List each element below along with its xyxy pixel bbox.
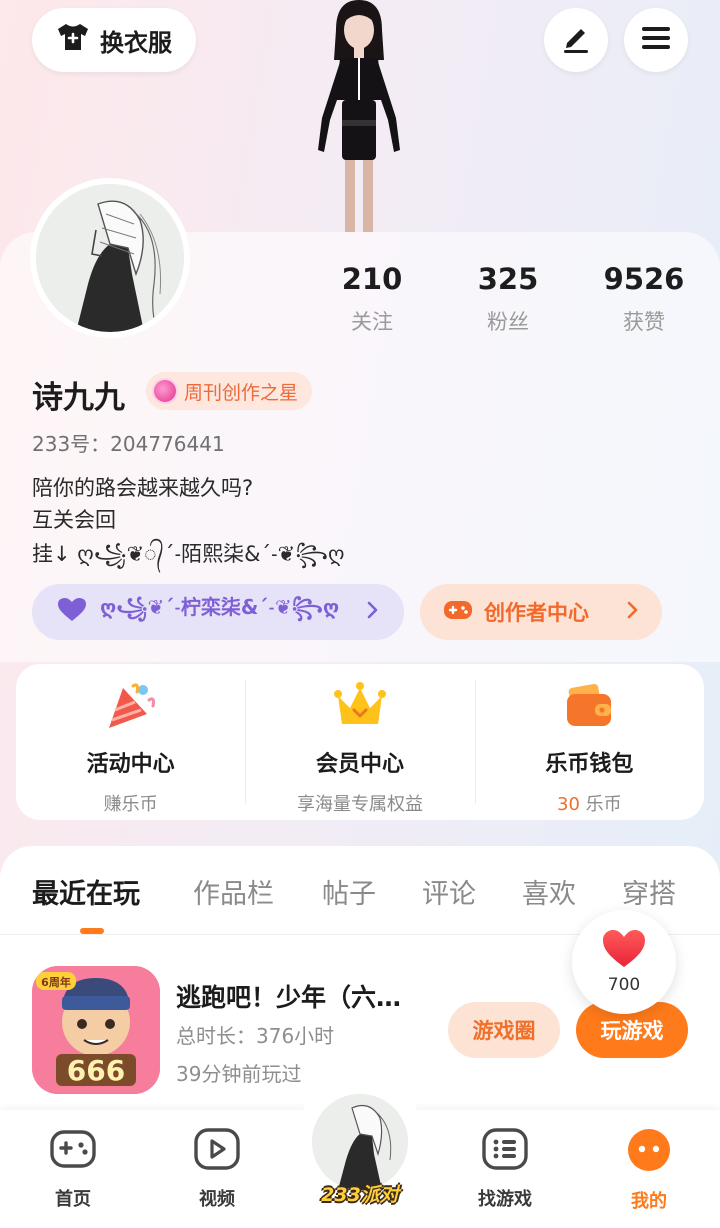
profile-avatar[interactable] bbox=[30, 178, 190, 338]
gamepad-icon bbox=[49, 1128, 97, 1175]
activity-center-button[interactable]: 活动中心 赚乐币 bbox=[16, 664, 245, 820]
play-icon bbox=[193, 1128, 241, 1175]
tab-likes[interactable]: 喜欢 bbox=[522, 872, 576, 911]
like-bubble[interactable]: 700 bbox=[572, 910, 676, 1014]
nav-home[interactable]: 首页 bbox=[18, 1128, 128, 1211]
change-outfit-button[interactable]: 换衣服 bbox=[32, 8, 196, 72]
creator-center-button[interactable]: 创作者中心 bbox=[420, 584, 662, 640]
service-title: 活动中心 bbox=[86, 752, 175, 777]
gamepad-icon bbox=[442, 597, 474, 628]
avatar-character[interactable] bbox=[296, 0, 422, 232]
service-title: 乐币钱包 bbox=[545, 752, 634, 777]
like-count: 700 bbox=[607, 975, 641, 995]
party-popper-icon bbox=[103, 680, 159, 736]
nav-label: 找游戏 bbox=[478, 1189, 532, 1210]
bio-line-2: 互关会回 bbox=[32, 508, 116, 532]
nav-party-avatar[interactable] bbox=[312, 1094, 408, 1190]
creator-center-label: 创作者中心 bbox=[484, 601, 589, 625]
change-outfit-label: 换衣服 bbox=[100, 28, 172, 57]
menu-icon bbox=[640, 24, 672, 56]
stat-likes[interactable]: 9526 获赞 bbox=[584, 262, 704, 336]
star-badge-icon bbox=[152, 378, 178, 404]
list-icon bbox=[481, 1128, 529, 1175]
stat-value: 210 bbox=[341, 262, 403, 296]
service-title: 会员中心 bbox=[315, 752, 404, 777]
nav-me[interactable]: 我的 bbox=[594, 1128, 704, 1213]
heart-icon bbox=[601, 929, 647, 973]
tab-outfits[interactable]: 穿搭 bbox=[622, 872, 676, 911]
game-playtime: 总时长：376小时 bbox=[176, 1024, 335, 1048]
party-label: 233派对 bbox=[321, 1184, 399, 1206]
chevron-right-icon bbox=[366, 600, 380, 625]
friend-link-pill[interactable]: ღ꧁❦ˊ˗柠栾柒&ˊ˗❦꧂ღ bbox=[32, 584, 404, 640]
services-card: 活动中心 赚乐币 会员中心 享海量专属权益 乐币钱包 30 乐币 bbox=[16, 664, 704, 820]
profile-name: 诗九九 bbox=[32, 380, 125, 416]
game-circle-button[interactable]: 游戏圈 bbox=[448, 1002, 560, 1058]
game-icon-number: 666 bbox=[67, 1054, 125, 1087]
nav-label: 首页 bbox=[55, 1189, 91, 1210]
bio-line-1: 陪你的路会越来越久吗? bbox=[32, 476, 254, 500]
nav-video[interactable]: 视频 bbox=[162, 1128, 272, 1211]
service-subtitle: 赚乐币 bbox=[103, 794, 158, 815]
wallet-balance-unit: 乐币 bbox=[585, 794, 622, 815]
wallet-icon bbox=[561, 680, 617, 736]
nav-label: 我的 bbox=[631, 1191, 667, 1212]
shirt-icon bbox=[56, 22, 90, 58]
tab-posts[interactable]: 帖子 bbox=[322, 872, 376, 911]
face-icon bbox=[626, 1128, 672, 1177]
tab-recent-played[interactable]: 最近在玩 bbox=[32, 872, 140, 911]
stat-value: 325 bbox=[477, 262, 539, 296]
service-subtitle: 享海量专属权益 bbox=[296, 794, 423, 815]
badge-label: 周刊创作之星 bbox=[184, 381, 299, 404]
tab-works[interactable]: 作品栏 bbox=[193, 872, 274, 911]
creator-star-badge[interactable]: 周刊创作之星 bbox=[146, 372, 313, 410]
game-last-played: 39分钟前玩过 bbox=[176, 1062, 302, 1086]
stat-label: 粉丝 bbox=[487, 310, 529, 334]
wallet-balance-value: 30 bbox=[557, 794, 580, 815]
heart-icon bbox=[56, 597, 88, 628]
edit-button[interactable] bbox=[544, 8, 608, 72]
stat-value: 9526 bbox=[603, 262, 685, 296]
avatar-image bbox=[36, 184, 184, 332]
crown-icon bbox=[332, 680, 388, 736]
menu-button[interactable] bbox=[624, 8, 688, 72]
vip-center-button[interactable]: 会员中心 享海量专属权益 bbox=[245, 664, 474, 820]
wallet-balance: 30 乐币 bbox=[557, 790, 622, 816]
stat-label: 获赞 bbox=[623, 310, 665, 334]
tab-comments[interactable]: 评论 bbox=[422, 872, 476, 911]
game-icon-badge: 6周年 bbox=[41, 975, 71, 989]
wallet-button[interactable]: 乐币钱包 30 乐币 bbox=[474, 664, 704, 820]
user-id: 233号：204776441 bbox=[32, 432, 225, 456]
pen-icon bbox=[559, 21, 593, 59]
game-title[interactable]: 逃跑吧！少年（六… bbox=[176, 978, 401, 1014]
stat-followers[interactable]: 325 粉丝 bbox=[448, 262, 568, 336]
nav-label: 视频 bbox=[199, 1189, 235, 1210]
stat-following[interactable]: 210 关注 bbox=[312, 262, 432, 336]
chevron-right-icon bbox=[626, 600, 640, 625]
stat-label: 关注 bbox=[351, 310, 393, 334]
nav-find-games[interactable]: 找游戏 bbox=[450, 1128, 560, 1211]
game-icon[interactable]: 666 6周年 bbox=[32, 966, 160, 1094]
bio-line-3: 挂↓ ღ꧁❦᭄ˊ˗陌熙柒&ˊ˗❦꧂ღ bbox=[32, 542, 345, 566]
friend-link-label: ღ꧁❦ˊ˗柠栾柒&ˊ˗❦꧂ღ bbox=[100, 595, 340, 619]
